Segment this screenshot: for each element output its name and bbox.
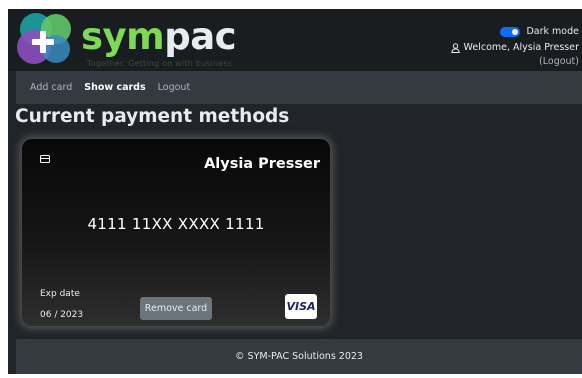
exp-date-label: Exp date [40,289,80,299]
remove-card-button[interactable]: Remove card [140,297,212,320]
welcome-user: Welcome, Alysia Presser [450,42,579,53]
tagline: Together. Getting on with business [87,59,233,68]
header: sympac Together. Getting on with busines… [8,9,582,71]
credit-card-icon [40,155,50,163]
card-number: 4111 11XX XXXX 1111 [87,215,265,233]
toggle-knob [512,28,519,35]
card-holder-name: Alysia Presser [204,156,320,172]
dark-mode-switch[interactable]: Dark mode [500,26,579,37]
payment-card: Alysia Presser 4111 11XX XXXX 1111 Exp d… [22,139,330,326]
footer-copyright: © SYM-PAC Solutions 2023 [235,351,363,362]
dark-mode-toggle[interactable] [500,26,521,37]
brand-part-sym: sym [81,15,165,58]
brand-name: sympac [81,15,237,59]
user-icon [450,42,460,53]
header-logout: (Logout) [539,56,579,67]
nav-add-card[interactable]: Add card [30,82,72,93]
exp-date-value: 06 / 2023 [40,310,84,320]
nav-show-cards[interactable]: Show cards [84,82,145,93]
dark-mode-label: Dark mode [526,26,579,37]
navbar: Add card Show cards Logout [16,71,582,104]
visa-logo-icon: VISA [285,294,317,319]
page: sympac Together. Getting on with busines… [8,9,582,374]
page-title: Current payment methods [15,106,290,127]
header-logout-link[interactable]: Logout [543,56,576,67]
footer: © SYM-PAC Solutions 2023 [16,339,582,374]
sympac-logo-icon [17,13,71,64]
nav-logout[interactable]: Logout [158,82,191,93]
brand-part-pac: pac [164,15,237,58]
welcome-text: Welcome, Alysia Presser [463,42,579,53]
